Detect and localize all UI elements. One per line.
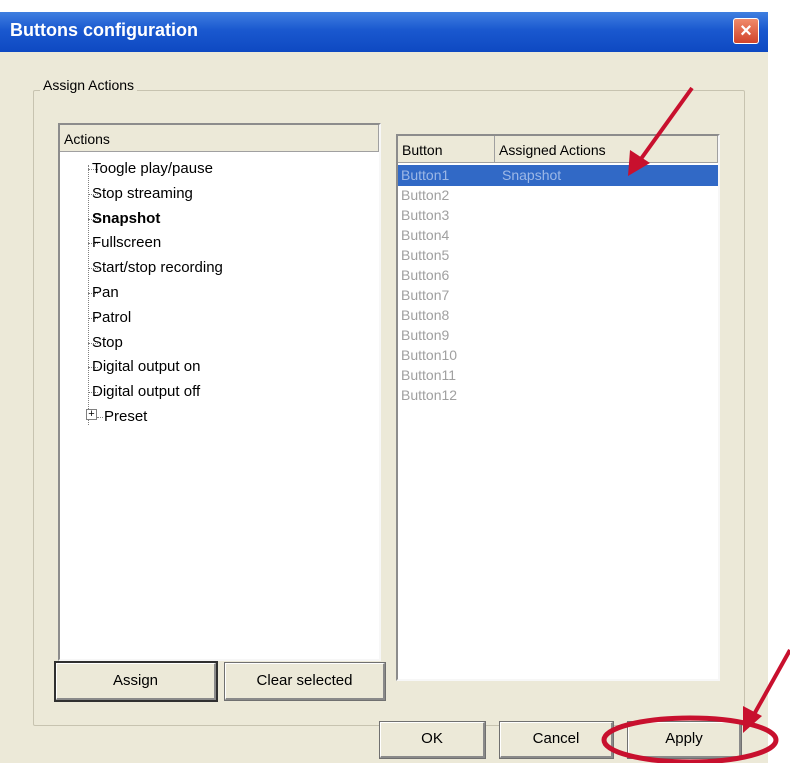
button-name-cell: Button12 — [401, 387, 458, 403]
assign-actions-label: Assign Actions — [40, 77, 138, 93]
button-name-cell: Button11 — [401, 367, 457, 383]
action-label: Start/stop recording — [92, 259, 223, 277]
button-name-cell: Button1 — [401, 167, 450, 183]
button-name-cell: Button6 — [401, 267, 450, 283]
table-row[interactable]: Button12 — [398, 385, 718, 406]
action-label: Snapshot — [92, 209, 161, 227]
action-label: Digital output on — [92, 358, 201, 376]
button-name-cell: Button10 — [401, 347, 458, 363]
button-column-header[interactable]: Button — [398, 136, 495, 163]
title-bar[interactable]: Buttons configuration × — [0, 12, 768, 52]
table-row[interactable]: Button3 — [398, 205, 718, 226]
actions-list[interactable]: Actions Toogle play/pause Stop streaming S… — [58, 123, 381, 661]
table-row[interactable]: Button7 — [398, 285, 718, 306]
caption-strip — [0, 0, 790, 12]
button-name-cell: Button5 — [401, 247, 450, 263]
button-name-cell: Button8 — [401, 307, 450, 323]
buttons-list[interactable]: Button Assigned Actions Button1 Snapshot B… — [396, 134, 720, 681]
button-name-cell: Button4 — [401, 227, 450, 243]
expand-icon[interactable]: + — [86, 409, 97, 420]
action-label: Patrol — [92, 308, 132, 326]
table-row[interactable]: Button4 — [398, 225, 718, 246]
table-row[interactable]: Button1 Snapshot — [398, 165, 718, 186]
button-name-cell: Button3 — [401, 207, 450, 223]
button-name-cell: Button2 — [401, 187, 450, 203]
clear-selected-button[interactable]: Clear selected — [225, 663, 385, 700]
buttons-configuration-dialog: Buttons configuration × Assign Actions A… — [0, 12, 768, 763]
table-row[interactable]: Button9 — [398, 325, 718, 346]
assign-button[interactable]: Assign — [56, 663, 216, 700]
action-label: Digital output off — [92, 383, 201, 401]
assigned-actions-column-header[interactable]: Assigned Actions — [495, 136, 718, 163]
close-icon: × — [740, 20, 752, 42]
table-row[interactable]: Button5 — [398, 245, 718, 266]
table-row[interactable]: Button2 — [398, 185, 718, 206]
close-button[interactable]: × — [733, 18, 759, 44]
cancel-button[interactable]: Cancel — [500, 722, 613, 758]
action-label: Stop — [92, 333, 123, 351]
table-row[interactable]: Button11 — [398, 365, 718, 386]
ok-button[interactable]: OK — [380, 722, 485, 758]
tree-branch-line — [97, 417, 103, 418]
action-label: Fullscreen — [92, 234, 162, 252]
actions-column-header[interactable]: Actions — [60, 125, 379, 152]
action-label: Toogle play/pause — [92, 160, 213, 177]
button-name-cell: Button9 — [401, 327, 450, 343]
action-label: Preset — [104, 408, 148, 425]
apply-button[interactable]: Apply — [628, 722, 741, 758]
tree-connector-line — [88, 165, 89, 425]
action-label: Stop streaming — [92, 184, 193, 202]
table-row[interactable]: Button8 — [398, 305, 718, 326]
table-row[interactable]: Button10 — [398, 345, 718, 366]
action-label: Pan — [92, 284, 119, 301]
table-row[interactable]: Button6 — [398, 265, 718, 286]
assigned-action-cell: Snapshot — [502, 167, 562, 183]
button-name-cell: Button7 — [401, 287, 450, 303]
window-title: Buttons configuration — [10, 20, 198, 40]
